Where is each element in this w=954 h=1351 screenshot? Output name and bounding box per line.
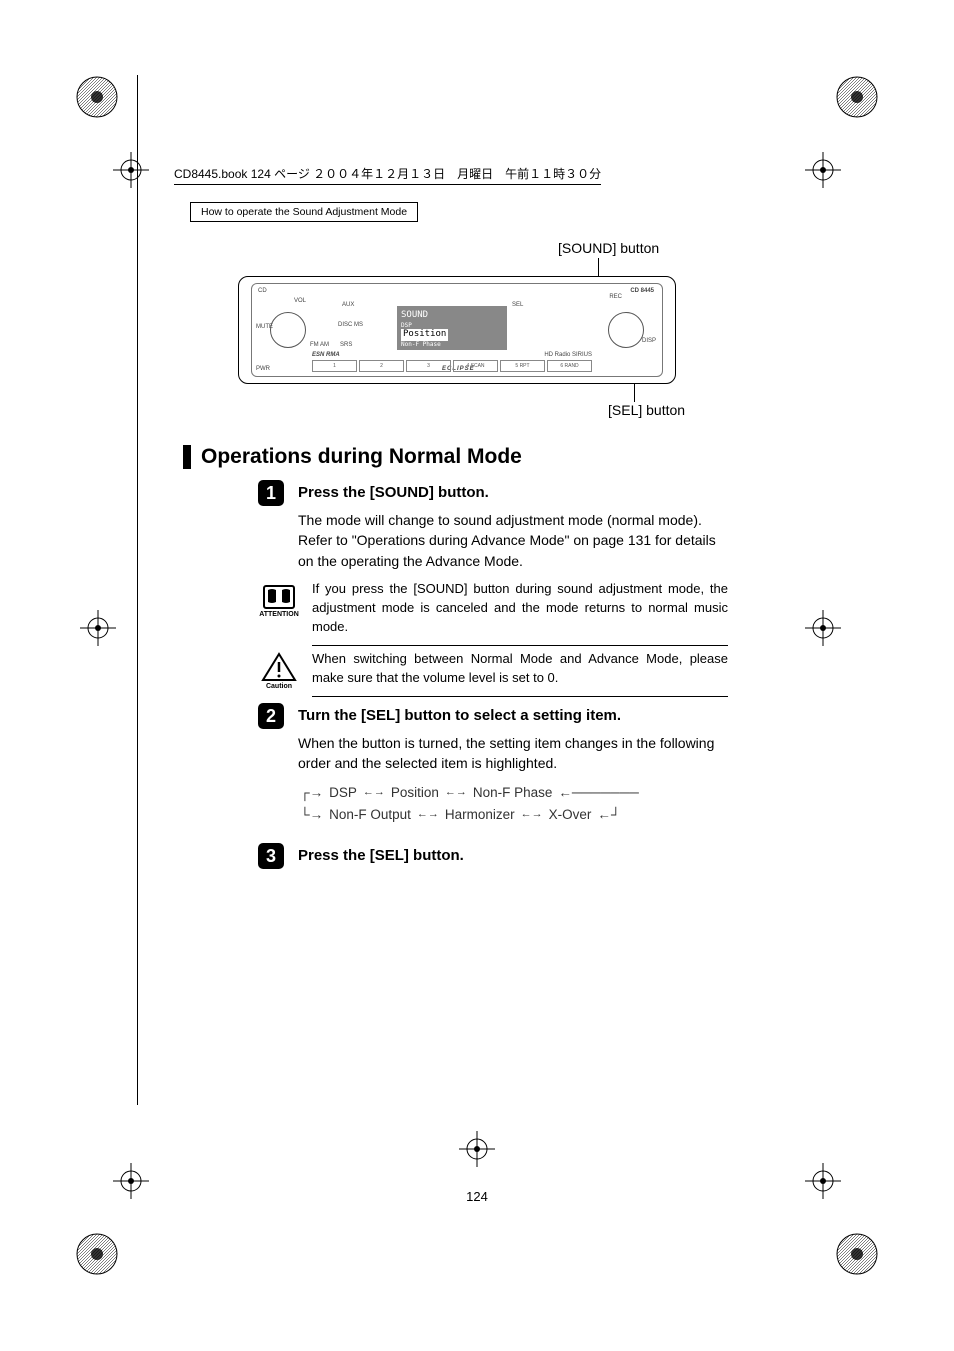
label-fmam: FM AM xyxy=(310,342,329,348)
crop-mark-br xyxy=(832,1229,882,1279)
device-model: CD 8445 xyxy=(630,288,654,294)
step-2-title: Turn the [SEL] button to select a settin… xyxy=(298,707,621,724)
crop-mark-bl xyxy=(72,1229,122,1279)
callout-sel-button: [SEL] button xyxy=(608,402,685,418)
step-3-title: Press the [SEL] button. xyxy=(298,847,464,864)
preset-4: 4 SCAN xyxy=(453,360,498,372)
reg-mark xyxy=(80,610,116,646)
step-1-body: The mode will change to sound adjustment… xyxy=(298,510,728,571)
crop-mark-tr xyxy=(832,72,882,122)
label-disp: DISP xyxy=(642,338,656,344)
callout-line xyxy=(598,258,599,278)
cycle-arrow: ←┘ xyxy=(597,804,620,826)
label-disc: DISC MS xyxy=(338,322,363,328)
device-logos: HD Radio SIRIUS xyxy=(544,352,592,358)
section-header: How to operate the Sound Adjustment Mode xyxy=(190,202,418,222)
screen-line1: SOUND xyxy=(401,310,503,322)
cycle-item: Position xyxy=(391,782,439,804)
sel-knob-illustration xyxy=(608,312,644,348)
device-screen: SOUND DSP Position Non-F Phase xyxy=(397,306,507,350)
caution-icon: Caution xyxy=(258,650,300,692)
screen-line2: Position xyxy=(401,329,448,341)
device-esn: ESN RMA xyxy=(312,352,340,358)
step-3-badge: 3 xyxy=(258,843,284,869)
step-2-badge: 2 xyxy=(258,703,284,729)
page-number: 124 xyxy=(466,1189,488,1204)
crop-mark-tl xyxy=(72,72,122,122)
page-content: CD8445.book 124 ページ ２００４年１２月１３日 月曜日 午前１１… xyxy=(130,130,824,1210)
screen-line3: Non-F Phase xyxy=(401,341,503,349)
preset-3: 3 xyxy=(406,360,451,372)
cycle-arrow: ←─────── xyxy=(558,782,638,804)
volume-knob-illustration xyxy=(270,312,306,348)
caution-note: Caution When switching between Normal Mo… xyxy=(258,650,728,697)
cycle-item: DSP xyxy=(329,782,357,804)
label-mute: MUTE xyxy=(256,324,273,330)
step-1-badge: 1 xyxy=(258,480,284,506)
cycle-item: Non-F Output xyxy=(329,804,411,826)
caution-text: When switching between Normal Mode and A… xyxy=(312,650,728,697)
label-aux: AUX xyxy=(342,302,354,308)
cycle-item: Harmonizer xyxy=(445,804,515,826)
preset-6: 6 RAND xyxy=(547,360,592,372)
preset-2: 2 xyxy=(359,360,404,372)
cycle-arrow: ←→ xyxy=(363,784,385,802)
attention-label: ATTENTION xyxy=(259,611,299,618)
label-pwr: PWR xyxy=(256,366,270,372)
attention-text: If you press the [SOUND] button during s… xyxy=(312,580,728,646)
cycle-arrow: ←→ xyxy=(417,806,439,824)
setting-cycle-diagram: ┌→ DSP ←→ Position ←→ Non-F Phase ←─────… xyxy=(300,782,730,825)
cycle-arrow: └→ xyxy=(300,804,323,826)
book-header: CD8445.book 124 ページ ２００４年１２月１３日 月曜日 午前１１… xyxy=(174,165,601,185)
step-1-title: Press the [SOUND] button. xyxy=(298,484,489,501)
vertical-rule xyxy=(137,75,138,1105)
callout-sound-button: [SOUND] button xyxy=(558,240,659,256)
cycle-item: Non-F Phase xyxy=(473,782,553,804)
label-rec: REC xyxy=(609,294,622,300)
preset-1: 1 xyxy=(312,360,357,372)
screen-sub: DSP xyxy=(401,322,503,330)
main-heading: Operations during Normal Mode xyxy=(183,445,522,469)
preset-5: 5 RPT xyxy=(500,360,545,372)
device-illustration: SOUND DSP Position Non-F Phase CD VOL AU… xyxy=(238,276,676,384)
step-2-body: When the button is turned, the setting i… xyxy=(298,733,728,774)
caution-label: Caution xyxy=(266,683,292,690)
callout-line xyxy=(634,382,635,402)
cycle-arrow: ┌→ xyxy=(300,782,323,804)
label-cd: CD xyxy=(258,288,267,294)
attention-icon: ATTENTION xyxy=(258,580,300,622)
attention-note: ATTENTION If you press the [SOUND] butto… xyxy=(258,580,728,646)
label-vol: VOL xyxy=(294,298,306,304)
preset-buttons: 1 2 3 4 SCAN 5 RPT 6 RAND xyxy=(312,360,592,372)
cycle-item: X-Over xyxy=(549,804,592,826)
cycle-arrow: ←→ xyxy=(445,784,467,802)
label-srs: SRS xyxy=(340,342,352,348)
label-sel: SEL xyxy=(512,302,523,308)
cycle-arrow: ←→ xyxy=(521,806,543,824)
